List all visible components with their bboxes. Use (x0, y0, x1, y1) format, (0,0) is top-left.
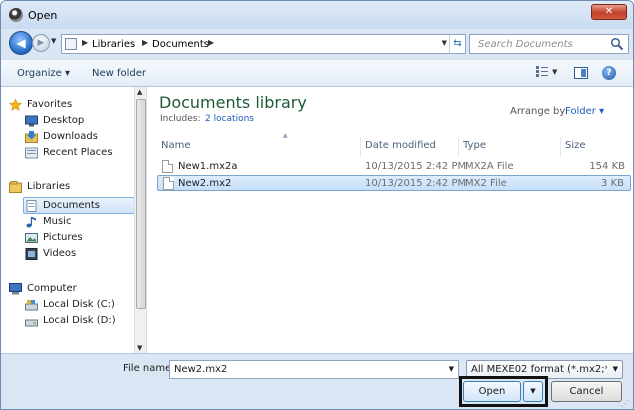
column-header-type[interactable]: Type (459, 137, 561, 157)
breadcrumb-documents[interactable]: Documents (152, 39, 209, 50)
file-list-pane: Documents library Includes: 2 locations … (147, 87, 633, 353)
file-name-input[interactable]: New2.mx2 ▼ (169, 360, 459, 379)
back-button[interactable]: ◀ (9, 31, 33, 55)
navigation-pane-scrollbar[interactable]: ▲ ▼ (134, 87, 146, 353)
organize-button[interactable]: Organize ▾ (17, 68, 70, 79)
breadcrumb-chevron-icon[interactable]: ▶ (208, 38, 214, 47)
open-button[interactable]: Open (463, 381, 521, 402)
sidebar-item-label: Desktop (43, 115, 85, 126)
resize-grip-icon[interactable]: ⋰ (621, 399, 631, 409)
file-date-modified: 10/13/2015 2:42 PM (365, 178, 467, 189)
file-icon (162, 160, 173, 173)
pictures-icon (25, 233, 38, 243)
local-disk-icon (25, 319, 38, 327)
recent-places-icon (25, 147, 38, 159)
app-icon (9, 8, 23, 22)
open-options-dropdown[interactable]: ▼ (523, 381, 543, 402)
column-header-size[interactable]: Size (561, 137, 631, 157)
library-title: Documents library (159, 93, 307, 112)
library-address-icon (65, 38, 77, 50)
computer-icon (9, 283, 22, 295)
star-icon (9, 99, 22, 111)
videos-icon (25, 248, 38, 260)
libraries-icon (9, 181, 22, 193)
refresh-icon[interactable]: ⇆ (449, 35, 465, 53)
file-type: MX2A File (465, 161, 514, 172)
file-icon (163, 177, 174, 190)
arrange-by-label: Arrange by: (510, 106, 568, 117)
file-name: New2.mx2 (178, 178, 232, 189)
dialog-footer: File name: New2.mx2 ▼ All MEXE02 format … (1, 353, 633, 409)
file-size: 3 KB (601, 178, 624, 189)
sidebar-item-label: Libraries (27, 181, 71, 192)
breadcrumb-chevron-icon[interactable]: ▶ (82, 38, 88, 47)
library-locations-link[interactable]: 2 locations (205, 114, 254, 124)
file-name-value: New2.mx2 (174, 364, 228, 375)
documents-icon (26, 200, 37, 212)
command-bar: Organize ▾ New folder ▼ ? (1, 59, 633, 87)
file-name: New1.mx2a (178, 161, 238, 172)
scroll-down-icon[interactable]: ▼ (137, 344, 142, 352)
column-header-name[interactable]: Name (157, 137, 361, 157)
new-folder-button[interactable]: New folder (92, 68, 146, 79)
forward-button[interactable]: ▶ (32, 34, 50, 52)
sidebar-item-label: Pictures (43, 232, 83, 243)
address-bar[interactable]: ▶ Libraries ▶ Documents ▶ ▼ ⇆ (61, 34, 466, 54)
sidebar-item-label: Videos (43, 248, 77, 259)
cancel-button[interactable]: Cancel (551, 381, 622, 402)
table-row[interactable]: New2.mx2 10/13/2015 2:42 PM MX2 File 3 K… (157, 175, 631, 191)
breadcrumb-chevron-icon[interactable]: ▶ (142, 38, 148, 47)
window-title: Open (28, 9, 58, 22)
sidebar-item-label: Music (43, 216, 72, 227)
file-name-label: File name: (123, 363, 175, 374)
arrange-by-dropdown[interactable]: Folder ▾ (565, 106, 604, 117)
file-type: MX2 File (465, 178, 507, 189)
sidebar-item-label: Documents (43, 200, 101, 211)
file-size: 154 KB (589, 161, 625, 172)
help-icon[interactable]: ? (602, 66, 616, 80)
navigation-pane: Favorites Desktop Downloads Recent Place… (1, 87, 147, 353)
scroll-up-icon[interactable]: ▲ (137, 88, 142, 96)
desktop-icon (25, 115, 38, 127)
search-placeholder: Search Documents (478, 39, 573, 50)
sidebar-item-label: Local Disk (C:) (43, 299, 115, 310)
file-date-modified: 10/13/2015 2:42 PM (365, 161, 467, 172)
sidebar-item-label: Downloads (43, 131, 98, 142)
search-icon[interactable] (610, 37, 624, 51)
view-dropdown-icon[interactable]: ▼ (552, 68, 557, 76)
sidebar-item-label: Favorites (27, 99, 73, 110)
sidebar-item-label: Recent Places (43, 147, 113, 158)
library-includes-label: Includes: (160, 114, 201, 124)
close-button[interactable]: ✕ (591, 4, 627, 20)
change-view-icon[interactable] (536, 66, 548, 77)
column-header-date-modified[interactable]: Date modified (361, 137, 459, 157)
open-dialog: Open ✕ ◀ ▶ ▼ ▶ Libraries ▶ Documents ▶ ▼… (0, 0, 634, 410)
breadcrumb-libraries[interactable]: Libraries (92, 39, 135, 50)
music-icon (26, 217, 36, 228)
file-name-dropdown-icon[interactable]: ▼ (449, 365, 454, 373)
file-type-filter-value: All MEXE02 format (*.mx2;*.mx2a) (471, 364, 607, 375)
title-bar: Open ✕ (1, 1, 633, 29)
local-disk-icon (25, 300, 38, 311)
address-dropdown-icon[interactable]: ▼ (442, 39, 447, 47)
sidebar-item-label: Local Disk (D:) (43, 315, 116, 326)
recent-pages-dropdown-icon[interactable]: ▼ (51, 37, 56, 45)
table-row[interactable]: New1.mx2a 10/13/2015 2:42 PM MX2A File 1… (157, 159, 631, 175)
search-input[interactable]: Search Documents (469, 34, 629, 54)
navigation-bar: ◀ ▶ ▼ ▶ Libraries ▶ Documents ▶ ▼ ⇆ Sear… (1, 29, 633, 59)
sidebar-item-label: Computer (27, 283, 77, 294)
filter-dropdown-icon: ▼ (612, 365, 618, 373)
preview-pane-icon[interactable] (574, 67, 588, 79)
downloads-icon (25, 131, 38, 143)
scrollbar-thumb[interactable] (136, 99, 146, 309)
